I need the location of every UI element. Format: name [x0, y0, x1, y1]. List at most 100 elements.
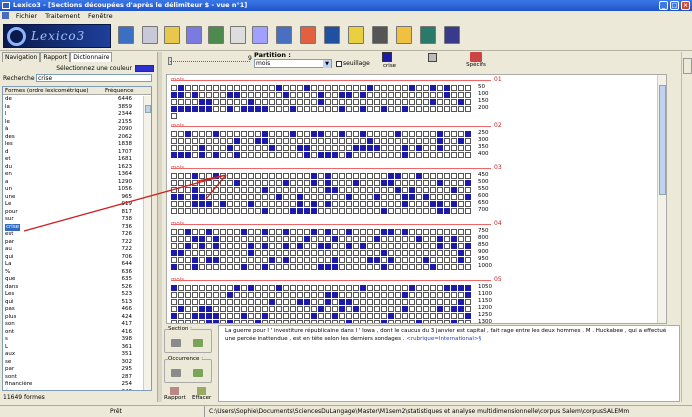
- section-cell[interactable]: [346, 208, 352, 214]
- section-cell[interactable]: [346, 187, 352, 193]
- section-cell[interactable]: [192, 285, 198, 291]
- section-cell[interactable]: [255, 313, 261, 319]
- section-cell[interactable]: [248, 187, 254, 193]
- list-item[interactable]: les 1838: [3, 141, 144, 149]
- effacer-button[interactable]: Effacer: [192, 387, 211, 401]
- section-cell[interactable]: [248, 194, 254, 200]
- section-cell[interactable]: [395, 299, 401, 305]
- section-cell[interactable]: [367, 320, 373, 323]
- section-cell[interactable]: [213, 152, 219, 158]
- section-cell[interactable]: [465, 145, 471, 151]
- list-item[interactable]: pour 817: [3, 209, 144, 217]
- section-cell[interactable]: [241, 264, 247, 270]
- section-cell[interactable]: [416, 236, 422, 242]
- section-cell[interactable]: [416, 250, 422, 256]
- section-cell[interactable]: [374, 299, 380, 305]
- tree-icon[interactable]: [300, 26, 316, 44]
- section-cell[interactable]: [206, 173, 212, 179]
- section-cell[interactable]: [423, 194, 429, 200]
- section-cell[interactable]: [290, 92, 296, 98]
- section-cell[interactable]: [290, 152, 296, 158]
- tab-dictionnaire[interactable]: Dictionnaire: [70, 52, 113, 62]
- section-cell[interactable]: [276, 257, 282, 263]
- section-cell[interactable]: [297, 299, 303, 305]
- section-cell[interactable]: [423, 313, 429, 319]
- section-cell[interactable]: [248, 152, 254, 158]
- section-cell[interactable]: [220, 250, 226, 256]
- section-cell[interactable]: [332, 180, 338, 186]
- section-cell[interactable]: [360, 187, 366, 193]
- section-cell[interactable]: [465, 250, 471, 256]
- section-cell[interactable]: [206, 145, 212, 151]
- section-cell[interactable]: [185, 201, 191, 207]
- section-cell[interactable]: [374, 285, 380, 291]
- section-cell[interactable]: [290, 208, 296, 214]
- section-cell[interactable]: [339, 229, 345, 235]
- section-cell[interactable]: [297, 187, 303, 193]
- section-cell[interactable]: [227, 106, 233, 112]
- section-cell[interactable]: [220, 313, 226, 319]
- section-cell[interactable]: [255, 229, 261, 235]
- section-cell[interactable]: [374, 208, 380, 214]
- section-cell[interactable]: [290, 264, 296, 270]
- section-cell[interactable]: [339, 201, 345, 207]
- section-cell[interactable]: [276, 173, 282, 179]
- section-cell[interactable]: [423, 320, 429, 323]
- section-cell[interactable]: [255, 138, 261, 144]
- section-cell[interactable]: [451, 313, 457, 319]
- menu-fenetre[interactable]: Fenêtre: [85, 11, 116, 21]
- section-cell[interactable]: [297, 92, 303, 98]
- section-cell[interactable]: [437, 285, 443, 291]
- section-cell[interactable]: [451, 292, 457, 298]
- section-cell[interactable]: [178, 85, 184, 91]
- list-item[interactable]: crise 736: [3, 223, 144, 231]
- section-cell[interactable]: [276, 145, 282, 151]
- section-cell[interactable]: [360, 313, 366, 319]
- section-cell[interactable]: [262, 257, 268, 263]
- section-cell[interactable]: [192, 250, 198, 256]
- section-cell[interactable]: [437, 131, 443, 137]
- section-cell[interactable]: [346, 99, 352, 105]
- section-cell[interactable]: [416, 194, 422, 200]
- section-cell[interactable]: [388, 320, 394, 323]
- section-cell[interactable]: [402, 250, 408, 256]
- section-cell[interactable]: [178, 313, 184, 319]
- section-cell[interactable]: [255, 173, 261, 179]
- section-cell[interactable]: [241, 306, 247, 312]
- section-cell[interactable]: [318, 201, 324, 207]
- section-cell[interactable]: [276, 285, 282, 291]
- section-cell[interactable]: [255, 208, 261, 214]
- section-cell[interactable]: [465, 264, 471, 270]
- section-cell[interactable]: [437, 320, 443, 323]
- section-cell[interactable]: [374, 243, 380, 249]
- section-cell[interactable]: [402, 313, 408, 319]
- section-cell[interactable]: [269, 131, 275, 137]
- section-cell[interactable]: [199, 285, 205, 291]
- section-cell[interactable]: [416, 187, 422, 193]
- section-cell[interactable]: [206, 313, 212, 319]
- section-cell[interactable]: [437, 145, 443, 151]
- section-cell[interactable]: [283, 187, 289, 193]
- section-cell[interactable]: [255, 194, 261, 200]
- section-cell[interactable]: [402, 292, 408, 298]
- section-cell[interactable]: [178, 131, 184, 137]
- section-cell[interactable]: [458, 292, 464, 298]
- section-cell[interactable]: [290, 229, 296, 235]
- section-cell[interactable]: [213, 320, 219, 323]
- section-cell[interactable]: [192, 131, 198, 137]
- section-cell[interactable]: [367, 250, 373, 256]
- section-cell[interactable]: [416, 285, 422, 291]
- section-cell[interactable]: [458, 138, 464, 144]
- section-cell[interactable]: [339, 320, 345, 323]
- section-cell[interactable]: [353, 236, 359, 242]
- section-cell[interactable]: [290, 243, 296, 249]
- section-cell[interactable]: [199, 313, 205, 319]
- section-cell[interactable]: [465, 106, 471, 112]
- section-cell[interactable]: [465, 131, 471, 137]
- section-cell[interactable]: [402, 299, 408, 305]
- section-cell[interactable]: [465, 187, 471, 193]
- section-cell[interactable]: [178, 264, 184, 270]
- section-cell[interactable]: [283, 306, 289, 312]
- section-cell[interactable]: [423, 208, 429, 214]
- section-cell[interactable]: [346, 131, 352, 137]
